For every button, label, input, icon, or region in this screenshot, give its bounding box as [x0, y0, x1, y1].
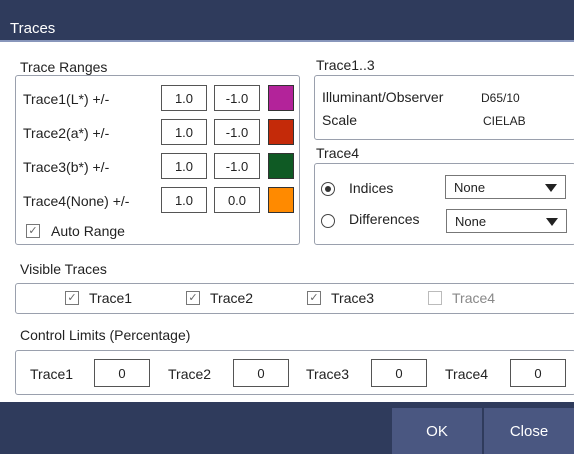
scale-label: Scale	[322, 112, 358, 128]
window-title: Traces	[10, 20, 56, 37]
chevron-down-icon	[545, 184, 557, 192]
trace13-title: Trace1..3	[316, 57, 375, 73]
visible-trace2-label: Trace2	[210, 290, 254, 306]
visible-trace4-label: Trace4	[452, 290, 496, 306]
differences-select[interactable]: None	[446, 209, 567, 233]
indices-select[interactable]: None	[445, 175, 566, 199]
trace4-plus-field[interactable]: 1.0	[161, 187, 207, 213]
title-bar: Traces	[0, 0, 574, 42]
visible-traces-title: Visible Traces	[20, 261, 107, 277]
control-limit-trace2-field[interactable]: 0	[233, 359, 289, 387]
indices-select-value: None	[454, 180, 486, 195]
control-limit-trace4-field[interactable]: 0	[510, 359, 566, 387]
differences-select-value: None	[455, 214, 487, 229]
control-limit-trace1-field[interactable]: 0	[94, 359, 150, 387]
control-limits-title: Control Limits (Percentage)	[20, 327, 191, 343]
control-limit-trace3-label: Trace3	[306, 366, 350, 382]
trace-ranges-title: Trace Ranges	[20, 59, 108, 75]
control-limit-trace4-label: Trace4	[445, 366, 489, 382]
title-divider	[0, 40, 574, 42]
trace3-plus-field[interactable]: 1.0	[161, 153, 207, 179]
indices-radio[interactable]	[321, 182, 335, 196]
trace1-color-swatch[interactable]	[268, 85, 294, 111]
illuminant-value: D65/10	[481, 91, 520, 105]
visible-trace3-checkbox[interactable]: ✓	[307, 291, 321, 305]
trace3-color-swatch[interactable]	[268, 153, 294, 179]
illuminant-label: Illuminant/Observer	[322, 89, 444, 105]
differences-label: Differences	[349, 211, 420, 227]
visible-trace2-checkbox[interactable]: ✓	[186, 291, 200, 305]
radio-dot	[324, 185, 331, 192]
auto-range-label: Auto Range	[51, 223, 125, 239]
control-limit-trace3-field[interactable]: 0	[371, 359, 427, 387]
close-button[interactable]: Close	[484, 408, 574, 454]
chevron-down-icon	[546, 218, 558, 226]
trace3-minus-field[interactable]: -1.0	[214, 153, 260, 179]
trace2-color-swatch[interactable]	[268, 119, 294, 145]
trace1-plus-field[interactable]: 1.0	[161, 85, 207, 111]
visible-trace1-label: Trace1	[89, 290, 133, 306]
trace2-minus-field[interactable]: -1.0	[214, 119, 260, 145]
trace2-range-label: Trace2(a*) +/-	[23, 125, 110, 141]
trace4-range-label: Trace4(None) +/-	[23, 193, 130, 209]
trace4-color-swatch[interactable]	[268, 187, 294, 213]
trace1-minus-field[interactable]: -1.0	[214, 85, 260, 111]
differences-radio[interactable]	[321, 214, 335, 228]
scale-value: CIELAB	[483, 114, 526, 128]
trace4-title: Trace4	[316, 145, 360, 161]
indices-label: Indices	[349, 180, 394, 196]
ok-button[interactable]: OK	[392, 408, 482, 454]
trace2-plus-field[interactable]: 1.0	[161, 119, 207, 145]
trace4-minus-field[interactable]: 0.0	[214, 187, 260, 213]
trace3-range-label: Trace3(b*) +/-	[23, 159, 110, 175]
control-limit-trace2-label: Trace2	[168, 366, 212, 382]
visible-trace1-checkbox[interactable]: ✓	[65, 291, 79, 305]
control-limit-trace1-label: Trace1	[30, 366, 74, 382]
trace1-range-label: Trace1(L*) +/-	[23, 91, 110, 107]
visible-trace3-label: Trace3	[331, 290, 375, 306]
visible-trace4-checkbox[interactable]	[428, 291, 442, 305]
trace13-group	[314, 75, 574, 140]
auto-range-checkbox[interactable]: ✓	[26, 224, 40, 238]
